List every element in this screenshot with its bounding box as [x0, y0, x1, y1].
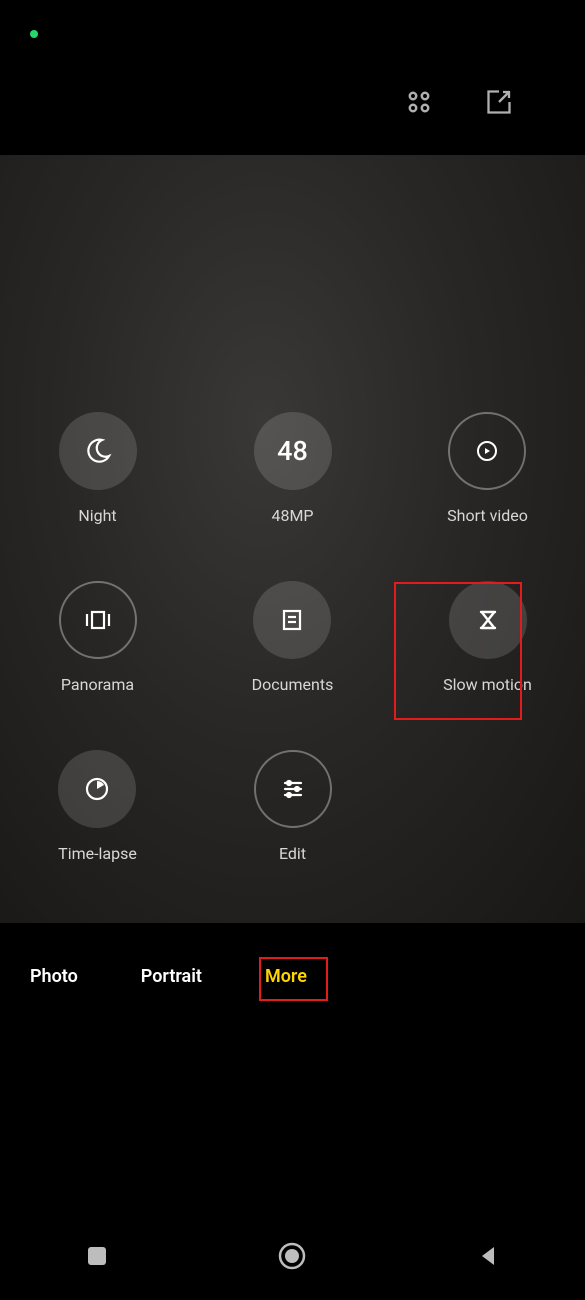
home-button[interactable]: [277, 1241, 307, 1271]
play-circle-icon: [448, 412, 526, 490]
sliders-icon: [254, 750, 332, 828]
mode-48mp-label: 48MP: [271, 506, 313, 525]
mode-time-lapse-label: Time-lapse: [58, 844, 137, 863]
mode-panorama[interactable]: Panorama: [59, 581, 137, 694]
48mp-icon: 48: [254, 412, 332, 490]
back-button[interactable]: [475, 1243, 501, 1269]
edit-layout-icon[interactable]: [485, 88, 513, 116]
moon-icon: [59, 412, 137, 490]
mode-panorama-label: Panorama: [61, 675, 134, 694]
clock-icon: [58, 750, 136, 828]
mode-slow-motion-label: Slow motion: [443, 675, 532, 694]
mode-48mp[interactable]: 48 48MP: [254, 412, 332, 525]
mode-edit-label: Edit: [279, 844, 306, 863]
document-icon: [253, 581, 331, 659]
camera-active-indicator: [30, 30, 38, 38]
hourglass-icon: [449, 581, 527, 659]
mode-grid: Night 48 48MP Short video Panorama: [0, 412, 585, 863]
mode-slow-motion[interactable]: Slow motion: [443, 581, 532, 694]
grid-layout-icon[interactable]: [405, 88, 433, 116]
mode-night[interactable]: Night: [59, 412, 137, 525]
mode-short-video[interactable]: Short video: [447, 412, 528, 525]
mode-night-label: Night: [78, 506, 116, 525]
mode-short-video-label: Short video: [447, 506, 528, 525]
panorama-icon: [59, 581, 137, 659]
mode-time-lapse[interactable]: Time-lapse: [58, 750, 137, 863]
camera-tabs: Photo Portrait More: [30, 966, 307, 987]
tab-photo[interactable]: Photo: [30, 966, 78, 987]
mode-edit[interactable]: Edit: [254, 750, 332, 863]
mode-documents[interactable]: Documents: [252, 581, 334, 694]
tab-more[interactable]: More: [265, 966, 307, 987]
system-nav-bar: [0, 1226, 585, 1286]
tab-portrait[interactable]: Portrait: [141, 966, 202, 987]
recent-apps-button[interactable]: [84, 1243, 110, 1269]
mode-documents-label: Documents: [252, 675, 334, 694]
top-toolbar: [405, 88, 513, 116]
